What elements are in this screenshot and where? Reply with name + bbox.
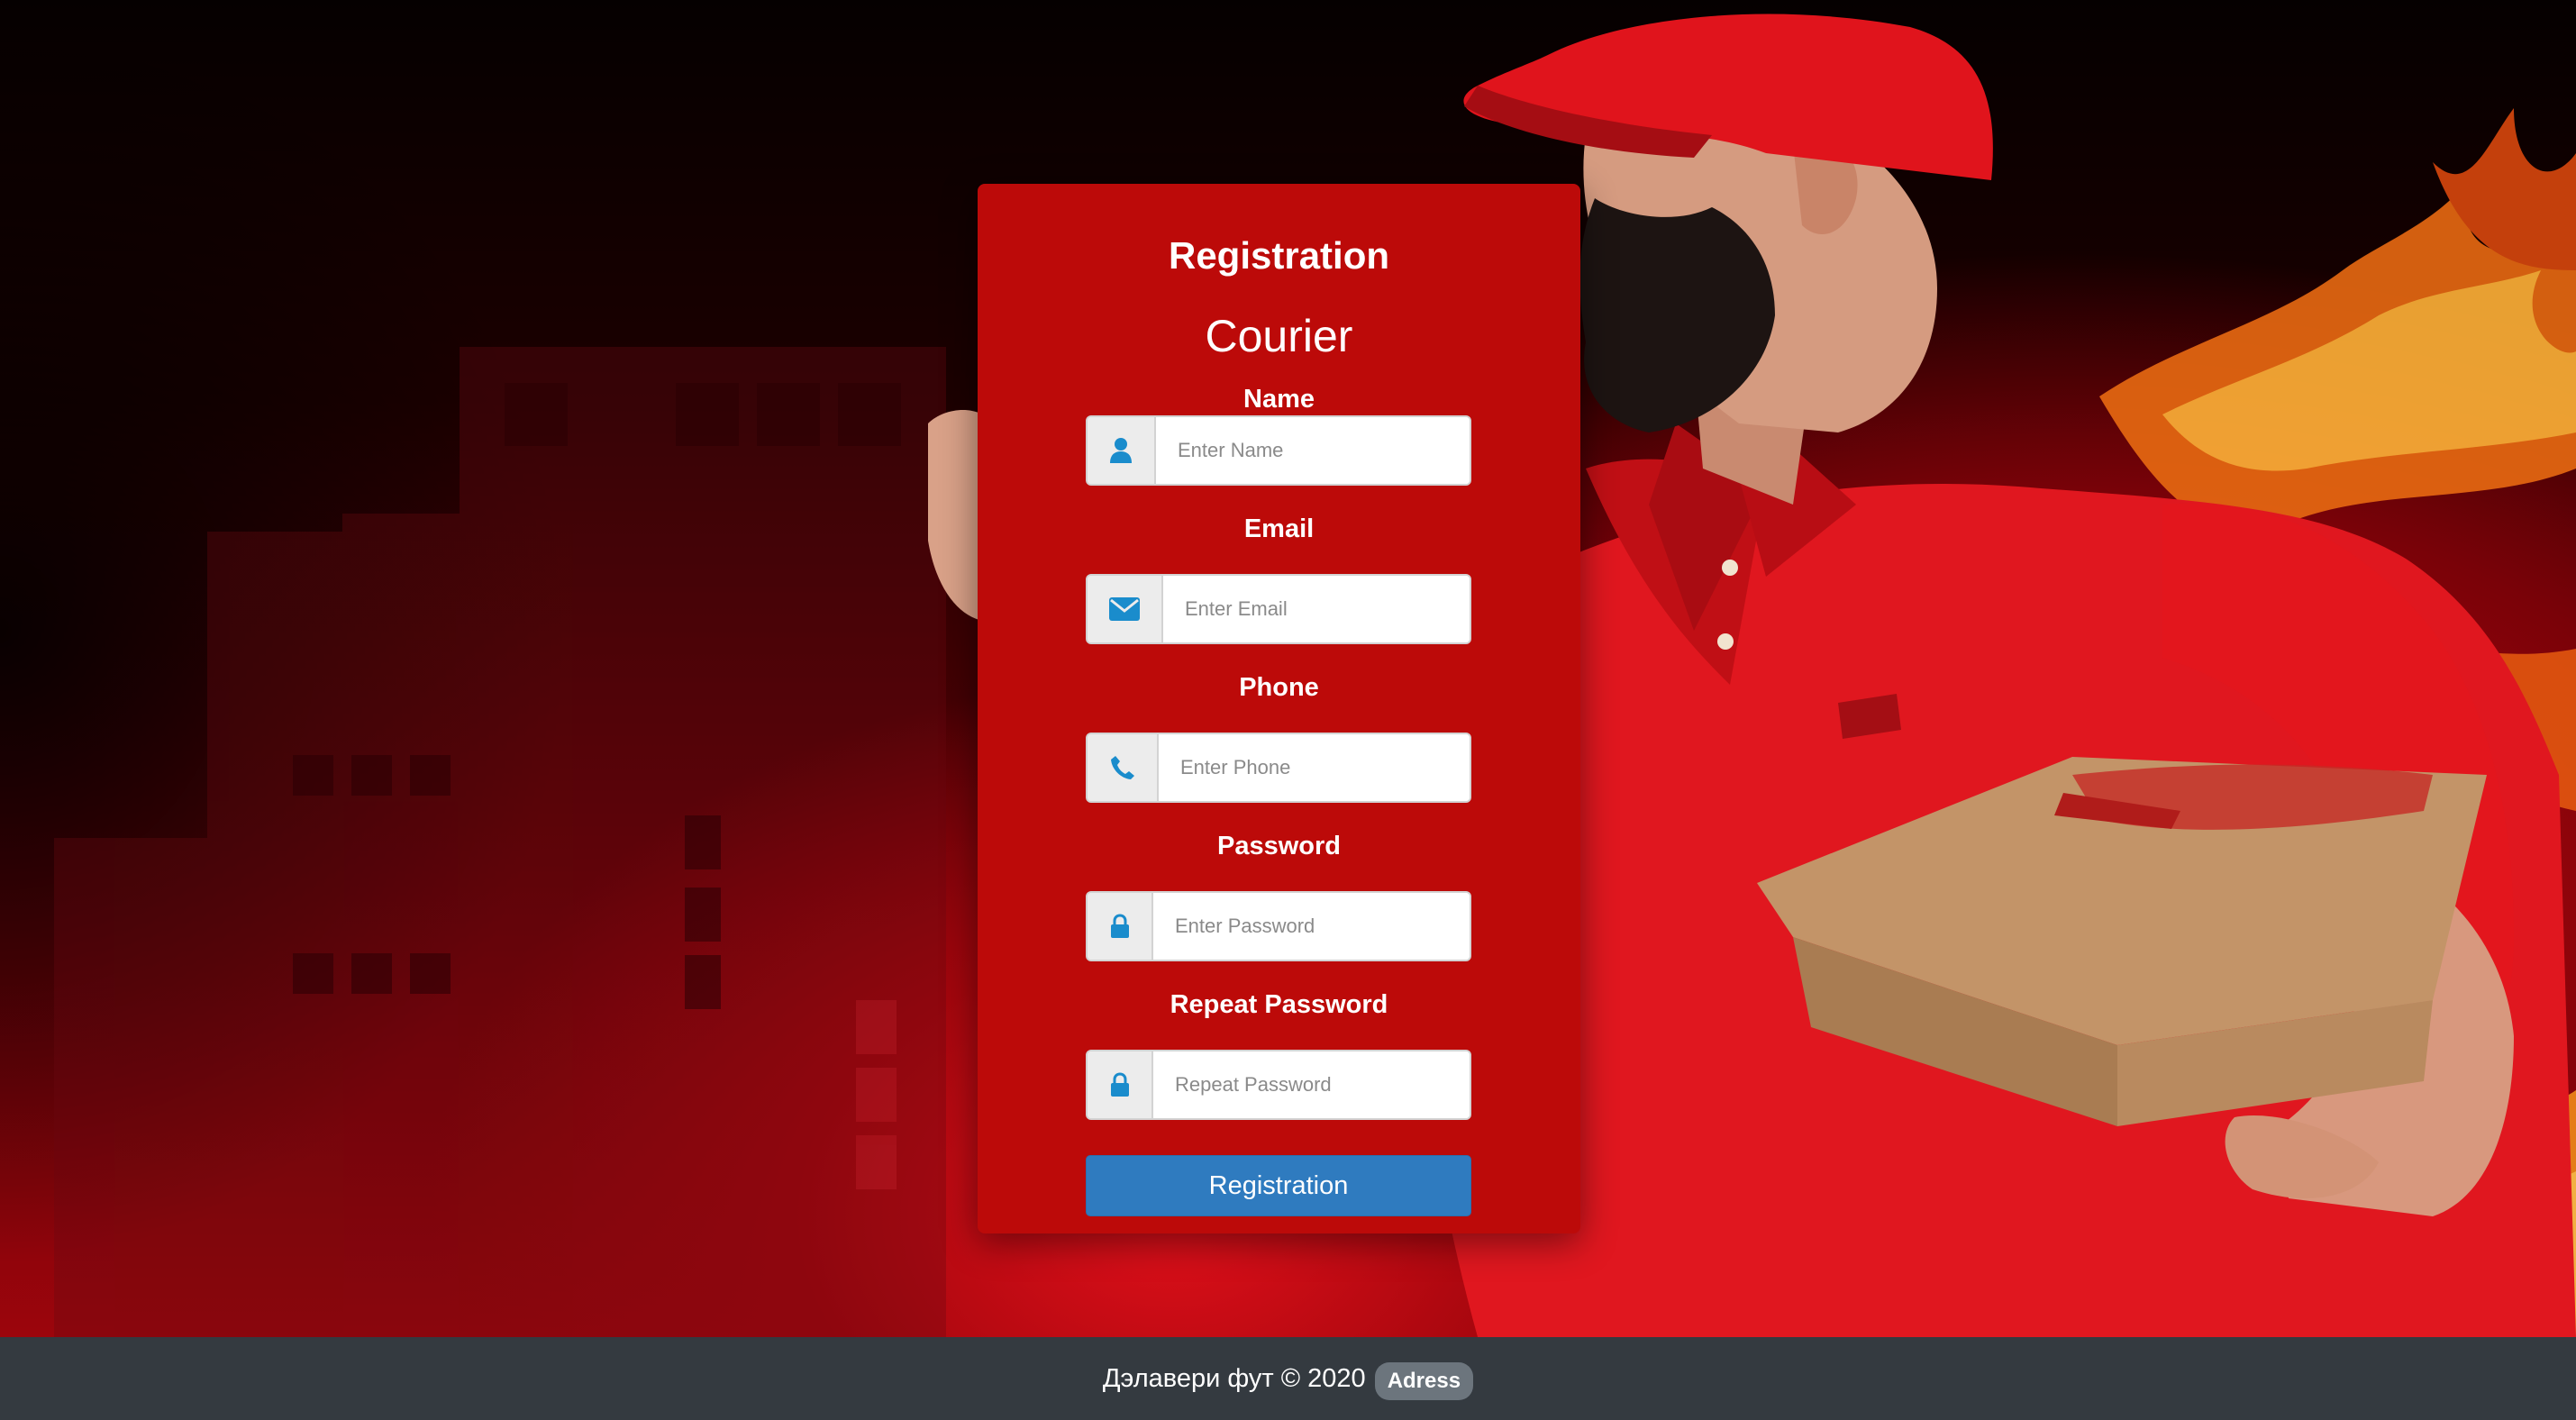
name-addon: [1088, 417, 1156, 484]
phone-label: Phone: [1239, 673, 1319, 702]
form-title: Registration: [1168, 234, 1390, 277]
password-input[interactable]: [1153, 893, 1470, 960]
email-label: Email: [1243, 514, 1315, 543]
email-input[interactable]: [1163, 576, 1470, 642]
repeat-password-addon: [1088, 1051, 1153, 1118]
repeat-password-input-group: [1086, 1050, 1471, 1120]
repeat-password-input[interactable]: [1153, 1051, 1470, 1118]
email-input-group: [1086, 574, 1471, 644]
lock-icon: [1110, 914, 1129, 938]
phone-icon: [1110, 756, 1134, 779]
name-label: Name: [1243, 385, 1315, 414]
name-input[interactable]: [1156, 417, 1470, 484]
phone-input-group: [1086, 733, 1471, 803]
password-addon: [1088, 893, 1153, 960]
password-input-group: [1086, 891, 1471, 961]
registration-card: Registration Courier Name Email: [978, 184, 1580, 1233]
name-input-group: [1086, 415, 1471, 486]
footer: Дэлавери фут © 2020 Adress: [0, 1337, 2576, 1420]
repeat-password-label: Repeat Password: [1170, 990, 1388, 1019]
form-subtitle: Courier: [1205, 311, 1353, 361]
envelope-icon: [1109, 597, 1140, 621]
email-addon: [1088, 576, 1163, 642]
password-label: Password: [1217, 832, 1341, 860]
phone-input[interactable]: [1159, 734, 1470, 801]
lock-icon: [1110, 1072, 1129, 1097]
phone-addon: [1088, 734, 1159, 801]
registration-button[interactable]: Registration: [1086, 1155, 1471, 1216]
footer-copyright: Дэлавери фут © 2020: [1102, 1363, 1366, 1393]
page: Registration Courier Name Email: [0, 0, 2576, 1420]
address-badge[interactable]: Adress: [1374, 1362, 1474, 1400]
user-icon: [1110, 438, 1132, 463]
